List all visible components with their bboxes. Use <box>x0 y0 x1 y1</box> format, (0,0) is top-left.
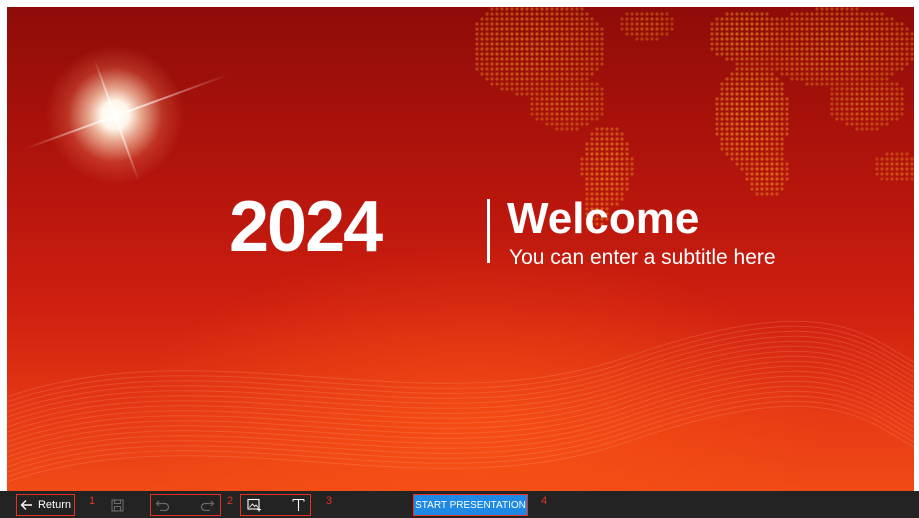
save-icon <box>110 498 124 512</box>
slide-year[interactable]: 2024 <box>229 187 383 267</box>
title-divider <box>487 199 490 263</box>
redo-button[interactable] <box>197 496 217 514</box>
wave-line <box>7 330 914 408</box>
undo-icon <box>155 500 169 511</box>
insert-text-button[interactable] <box>288 496 308 514</box>
redo-icon <box>200 500 214 511</box>
wave-line <box>7 360 914 438</box>
wave-line <box>7 375 914 453</box>
insert-image-icon <box>246 498 261 512</box>
return-label: Return <box>37 499 72 511</box>
presentation-editor: 2024 Welcome You can enter a subtitle he… <box>0 0 919 518</box>
wave-line <box>7 370 914 448</box>
slide-title[interactable]: Welcome <box>507 195 699 243</box>
slide-subtitle[interactable]: You can enter a subtitle here <box>509 245 776 271</box>
undo-button[interactable] <box>152 496 172 514</box>
marker-2: 2 <box>227 495 234 507</box>
marker-3: 3 <box>326 495 333 507</box>
arrow-left-icon <box>20 500 32 510</box>
slide-canvas[interactable]: 2024 Welcome You can enter a subtitle he… <box>7 7 914 491</box>
wave-line <box>7 385 914 463</box>
wave-line <box>7 365 914 443</box>
editor-toolbar: Return 1 2 3 START PRESENTATION 4 <box>0 491 919 518</box>
wave-line <box>7 340 914 418</box>
wave-line <box>7 350 914 428</box>
wave-line <box>7 335 914 413</box>
marker-1: 1 <box>89 495 96 507</box>
wave-line <box>7 390 914 468</box>
wave-line <box>7 345 914 423</box>
wave-line <box>7 355 914 433</box>
return-button[interactable]: Return <box>18 495 73 515</box>
wave-line <box>7 405 914 483</box>
save-button[interactable] <box>108 496 126 514</box>
insert-image-button[interactable] <box>244 496 264 514</box>
wave-line <box>7 320 914 398</box>
wave-line <box>7 380 914 458</box>
start-presentation-button[interactable]: START PRESENTATION <box>413 494 528 516</box>
wave-line <box>7 395 914 473</box>
marker-4: 4 <box>541 495 548 507</box>
wave-line <box>7 325 914 403</box>
text-icon <box>291 498 305 511</box>
wave-line <box>7 400 914 478</box>
